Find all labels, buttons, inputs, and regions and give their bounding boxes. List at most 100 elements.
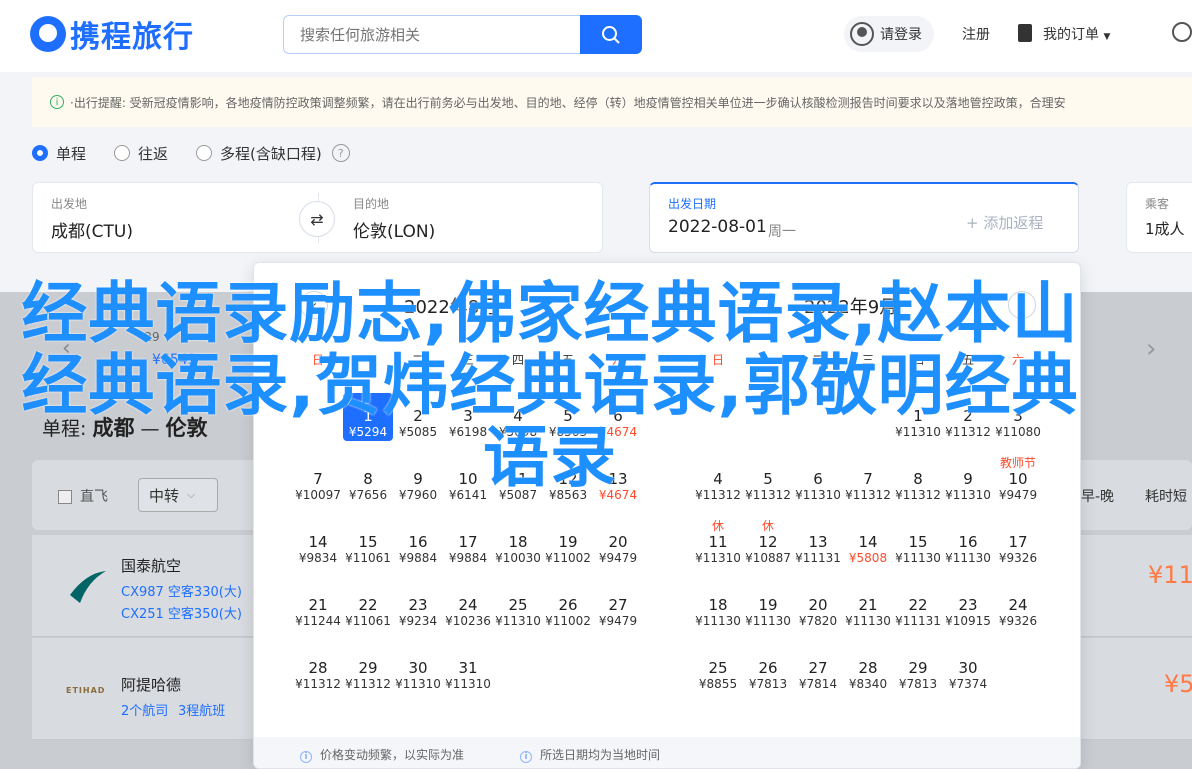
travel-notice: i ·出行提醒: 受新冠疫情影响，各地疫情防控政策调整频繁，请在出行前务必与出发… [32,77,1192,127]
day-price: ¥9479 [598,551,638,565]
from-city[interactable]: 成都(CTU) [51,217,133,242]
holiday-tag [993,582,1043,596]
day-number: 16 [408,533,428,551]
to-label: 目的地 [353,197,390,211]
to-city[interactable]: 伦敦(LON) [353,217,435,242]
holiday-tag [343,519,393,533]
holiday-tag [343,582,393,596]
date-value: 2022-08-01 [668,217,767,237]
calendar-day[interactable]: 24 ¥9326 [993,582,1043,630]
airline-name: 阿提哈德 [121,676,182,694]
holiday-tag [943,582,993,596]
holiday-tag [293,582,343,596]
day-number: 21 [858,596,878,614]
ctrip-logo[interactable]: 携程旅行 [30,14,194,55]
passenger-field[interactable]: 乘客 1成人 [1126,182,1192,253]
footer-note-1-text: 价格变动频繁，以实际为准 [320,748,465,762]
holiday-tag [793,519,843,533]
info-icon: i [520,751,532,763]
day-number: 29 [908,659,928,677]
day-number: 15 [358,533,378,551]
holiday-tag [593,519,643,533]
flight-line-1[interactable]: 2个航司 [121,700,168,719]
register-link[interactable]: 注册 [962,24,990,44]
login-button[interactable]: 请登录 [844,16,934,52]
sort-duration[interactable]: 耗时短 [1145,486,1187,506]
headset-icon[interactable] [1172,22,1192,42]
day-number: 19 [558,533,578,551]
trip-type-multi[interactable]: 多程(含缺口程) [196,143,322,164]
trip-type-oneway[interactable]: 单程 [32,143,86,164]
flight-line-2[interactable]: CX251 空客350(大) [121,603,242,622]
add-return-button[interactable]: + 添加返程 [966,212,1043,233]
search-icon [602,25,620,44]
radio-icon [196,145,213,161]
holiday-tag [943,645,993,659]
radio-selected-icon [32,145,48,161]
trip-type-roundtrip[interactable]: 往返 [114,143,168,164]
footer-note-2-text: 所选日期均为当地时间 [540,748,661,762]
holiday-tag: 休 [761,519,774,533]
day-number: 16 [958,533,978,551]
calendar-day[interactable]: 30 ¥7374 [943,645,993,693]
radio-icon [114,145,131,161]
day-number: 17 [458,533,478,551]
order-document-icon [1018,24,1032,42]
calendar-day[interactable]: 31 ¥11310 [443,645,493,693]
day-price: ¥9479 [598,614,638,628]
holiday-tag [343,645,393,659]
swap-arrows-icon: ⇄ [310,209,324,229]
day-number: 18 [508,533,528,551]
day-number: 18 [708,596,728,614]
day-number: 25 [508,596,528,614]
holiday-tag [793,645,843,659]
info-icon: i [300,751,312,763]
flight-line-2[interactable]: 3程航班 [178,700,225,719]
day-number: 24 [1008,596,1028,614]
search-button[interactable] [580,15,642,54]
date-label: 出发日期 [668,197,717,211]
user-avatar-icon [850,22,874,46]
footer-note-2: i 所选日期均为当地时间 [520,746,660,763]
date-strip-next-icon[interactable]: › [1146,334,1156,364]
holiday-tag [993,519,1043,533]
calendar-day[interactable]: 17 ¥9326 [993,519,1043,567]
day-number: 15 [908,533,928,551]
holiday-tag [893,645,943,659]
day-number: 27 [608,596,628,614]
day-number: 19 [758,596,778,614]
etihad-logo-icon: ETIHAD [66,686,106,695]
departure-date-field[interactable]: 出发日期 2022-08-01 周一 + 添加返程 [649,182,1079,253]
holiday-tag [593,582,643,596]
my-orders-label: 我的订单 [1043,27,1099,43]
holiday-tag [693,582,743,596]
passenger-value: 1成人 [1145,220,1185,238]
day-number: 13 [808,533,828,551]
calendar-day[interactable]: 27 ¥9479 [593,582,643,630]
my-orders-link[interactable]: 我的订单 ▼ [1043,24,1110,44]
holiday-tag [443,645,493,659]
holiday-tag [843,645,893,659]
calendar-day[interactable]: 20 ¥9479 [593,519,643,567]
day-number: 20 [608,533,628,551]
logo-text: 携程旅行 [70,20,194,55]
holiday-tag [743,582,793,596]
day-number: 29 [358,659,378,677]
day-number: 21 [308,596,328,614]
search-input[interactable] [283,15,581,54]
holiday-tag [543,519,593,533]
day-number: 30 [408,659,428,677]
question-icon[interactable]: ? [331,144,350,162]
day-number: 22 [908,596,928,614]
day-price: ¥9326 [998,551,1038,565]
flight-line-1[interactable]: CX987 空客330(大) [121,581,242,600]
swap-cities-button[interactable]: ⇄ [299,201,335,237]
calendar-footer: i 价格变动频繁，以实际为准 i 所选日期均为当地时间 [254,737,1080,768]
overlay-headline: 经典语录励志,佛家经典语录,赵本山经典语录,贺炜经典语录,郭敬明经典语录 [21,275,1079,496]
day-number: 17 [1008,533,1028,551]
day-number: 28 [858,659,878,677]
passenger-label: 乘客 [1145,197,1170,211]
cathay-logo-icon [70,571,106,603]
day-number: 23 [958,596,978,614]
day-price: ¥7374 [948,677,988,691]
